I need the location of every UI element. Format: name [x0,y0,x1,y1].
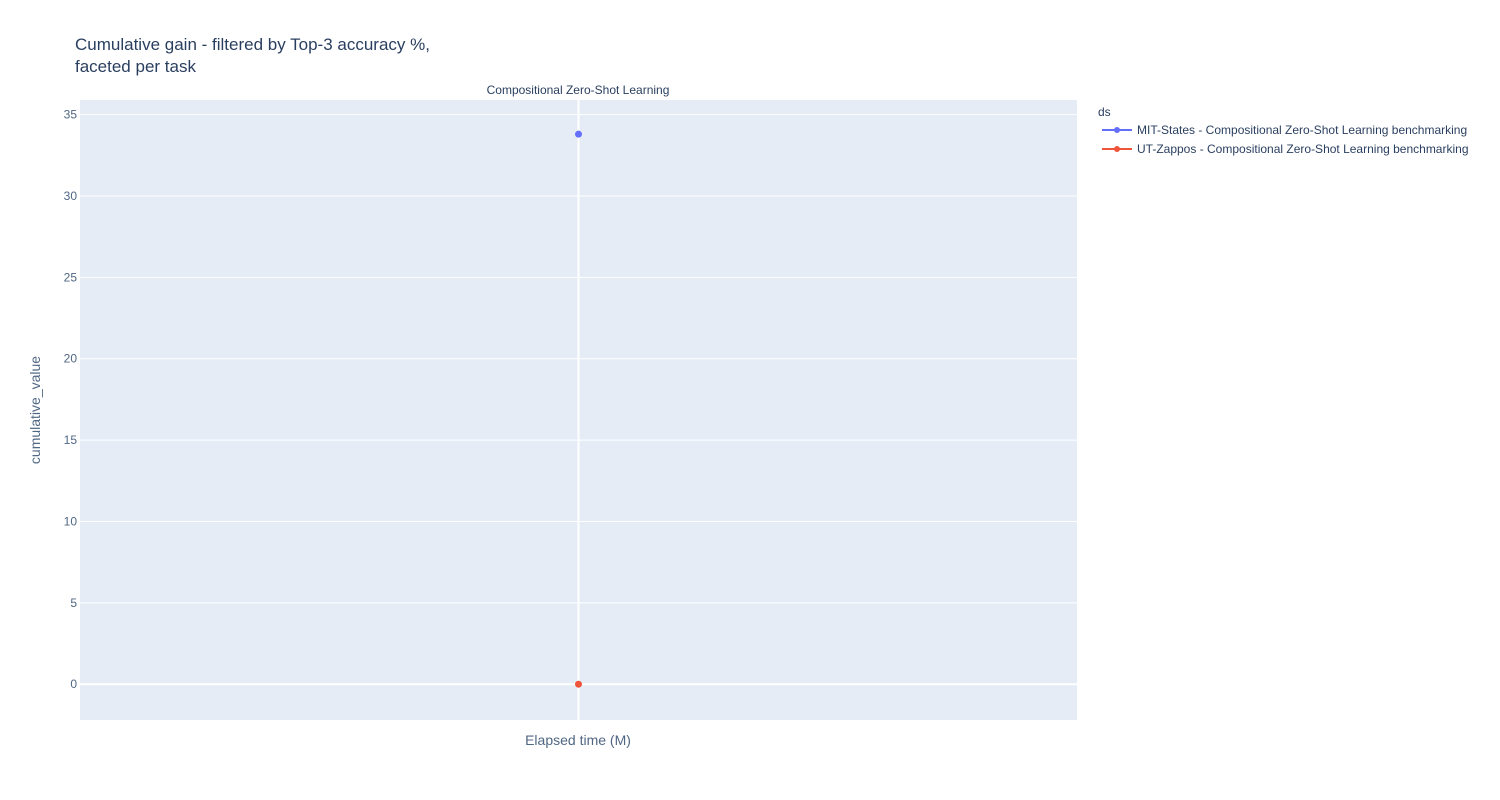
legend-marker-swatch [1114,146,1120,152]
y-tick-label: 25 [64,270,78,284]
y-tick-label: 5 [70,596,77,610]
y-tick-label: 30 [64,189,78,203]
data-point-series-0[interactable] [575,130,582,138]
legend-label: MIT-States - Compositional Zero-Shot Lea… [1137,123,1467,137]
y-tick-label: 15 [64,433,78,447]
legend-item-1[interactable]: UT-Zappos - Compositional Zero-Shot Lear… [1102,142,1469,156]
y-tick-label: 35 [64,108,78,122]
facet-title: Compositional Zero-Shot Learning [487,83,670,97]
y-tick-label: 20 [64,352,78,366]
legend[interactable]: ds MIT-States - Compositional Zero-Shot … [1098,105,1469,156]
legend-marker-swatch [1114,127,1120,133]
y-axis-title: cumulative_value [27,356,43,464]
data-point-series-1[interactable] [575,680,582,688]
chart-title-line-1: Cumulative gain - filtered by Top-3 accu… [75,35,430,54]
chart: Cumulative gain - filtered by Top-3 accu… [27,35,1469,748]
x-axis-title: Elapsed time (M) [525,732,631,748]
chart-title: Cumulative gain - filtered by Top-3 accu… [75,35,430,76]
y-tick-label: 10 [64,514,78,528]
chart-title-line-2: faceted per task [75,57,196,76]
legend-item-0[interactable]: MIT-States - Compositional Zero-Shot Lea… [1102,123,1467,137]
y-axis-ticks: 0 5 10 15 20 25 30 35 [64,108,78,692]
legend-title: ds [1098,105,1111,119]
y-tick-label: 0 [70,677,77,691]
legend-label: UT-Zappos - Compositional Zero-Shot Lear… [1137,142,1469,156]
